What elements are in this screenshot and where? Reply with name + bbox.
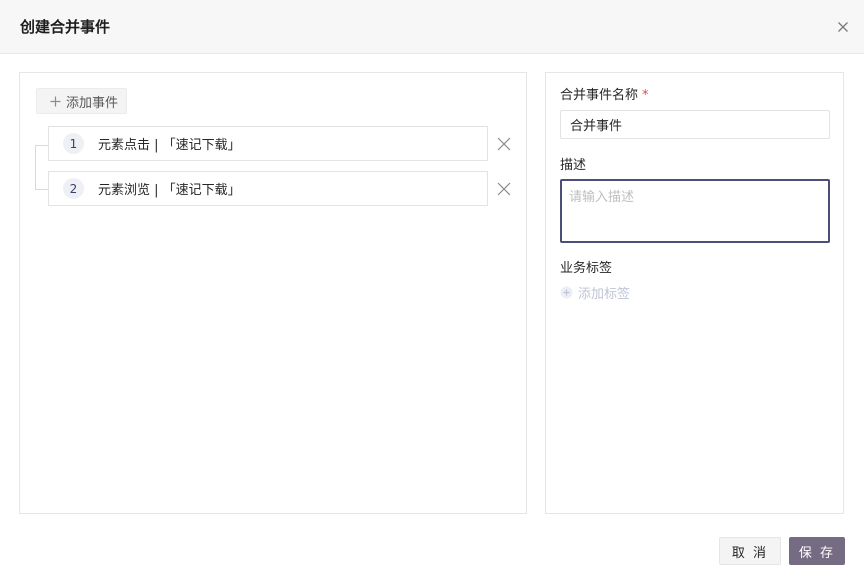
name-field-label: 合并事件名称 * — [560, 88, 649, 103]
event-index-badge: 2 — [63, 178, 84, 199]
event-label: 元素浏览 | 「速记下载」 — [98, 183, 241, 198]
event-row-2[interactable]: 2 元素浏览 | 「速记下载」 — [48, 171, 488, 206]
dialog-title: 创建合并事件 — [20, 18, 111, 36]
close-icon[interactable] — [834, 18, 852, 36]
description-input[interactable] — [560, 179, 830, 243]
business-tags-label: 业务标签 — [560, 261, 613, 276]
add-event-label: 添加事件 — [66, 95, 119, 111]
required-mark: * — [642, 88, 649, 103]
plus-circle-icon — [560, 286, 573, 299]
plus-icon — [50, 96, 61, 107]
event-label: 元素点击 | 「速记下载」 — [98, 138, 241, 153]
dialog-header: 创建合并事件 — [0, 0, 864, 54]
add-event-button[interactable]: 添加事件 — [36, 88, 127, 114]
remove-event-1-icon[interactable] — [497, 136, 511, 151]
add-tag-button[interactable]: 添加标签 — [560, 283, 630, 302]
event-list-panel: 添加事件 1 元素点击 | 「速记下载」 2 元素浏览 | 「速记下载」 — [19, 72, 527, 514]
event-settings-panel: 合并事件名称* 描述 业务标签 添加标签 — [545, 72, 844, 514]
remove-event-2-icon[interactable] — [497, 181, 511, 196]
event-name-input[interactable] — [560, 110, 830, 139]
cancel-button[interactable]: 取 消 — [719, 537, 781, 565]
save-button[interactable]: 保 存 — [789, 537, 845, 565]
event-index-badge: 1 — [63, 133, 84, 154]
event-connector-line — [35, 145, 49, 190]
description-label: 描述 — [560, 158, 587, 173]
event-row-1[interactable]: 1 元素点击 | 「速记下载」 — [48, 126, 488, 161]
add-tag-label: 添加标签 — [578, 287, 631, 302]
